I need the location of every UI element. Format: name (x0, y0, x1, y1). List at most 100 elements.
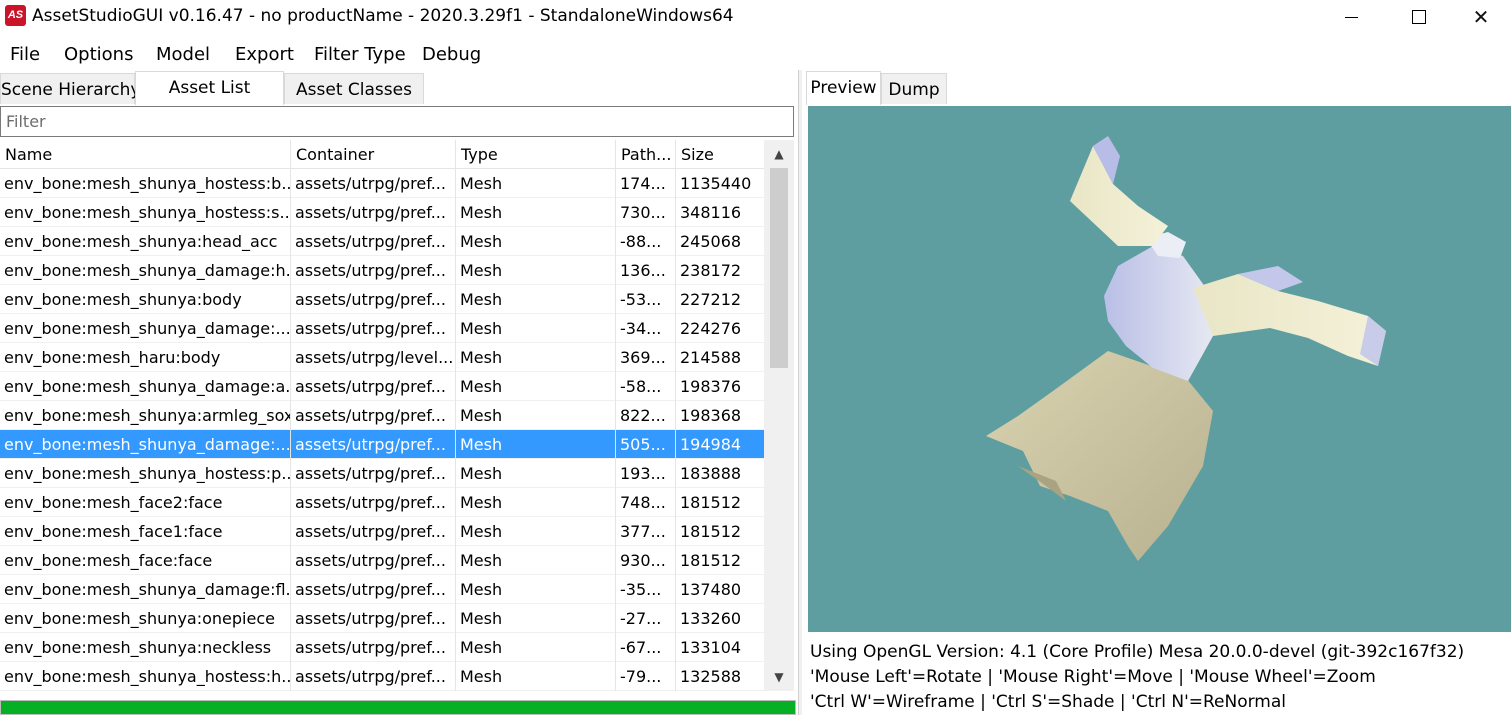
table-row[interactable]: env_bone:mesh_shunya:onepiece assets/utrp… (0, 604, 764, 633)
table-row[interactable]: env_bone:mesh_shunya_hostess:p... assets/… (0, 459, 764, 488)
column-header-size[interactable]: Size (676, 140, 764, 169)
minimize-icon (1344, 16, 1358, 18)
scroll-up-button[interactable]: ▲ (764, 140, 794, 168)
table-row[interactable]: env_bone:mesh_face2:face assets/utrpg/pre… (0, 488, 764, 517)
table-row[interactable]: env_bone:mesh_shunya:armleg_sox assets/ut… (0, 401, 764, 430)
close-icon: ✕ (1472, 5, 1490, 29)
cell-container: assets/utrpg/pref... (291, 459, 456, 488)
cell-path: -27... (616, 604, 676, 633)
table-row[interactable]: env_bone:mesh_shunya_damage:fl... assets/… (0, 575, 764, 604)
scroll-thumb[interactable] (770, 168, 788, 368)
right-tab-strip: Preview Dump (802, 71, 1511, 105)
cell-name: env_bone:mesh_shunya_damage:a... (0, 372, 291, 401)
column-header-type[interactable]: Type (456, 140, 616, 169)
keyboard-shortcuts-text: 'Ctrl W'=Wireframe | 'Ctrl S'=Shade | 'C… (810, 692, 1287, 712)
maximize-button[interactable] (1396, 0, 1442, 34)
cell-path: 174... (616, 169, 676, 198)
left-sleeve-mesh (1070, 146, 1168, 246)
cell-path: 377... (616, 517, 676, 546)
cell-name: env_bone:mesh_shunya_damage:h... (0, 256, 291, 285)
vertical-scrollbar[interactable]: ▲ ▼ (764, 140, 794, 691)
column-header-name[interactable]: Name (0, 140, 291, 169)
menu-options[interactable]: Options (64, 44, 133, 65)
table-row[interactable]: env_bone:mesh_shunya_hostess:b... assets/… (0, 169, 764, 198)
cell-type: Mesh (456, 169, 616, 198)
cell-container: assets/utrpg/level... (291, 343, 456, 372)
mouse-controls-text: 'Mouse Left'=Rotate | 'Mouse Right'=Move… (810, 667, 1376, 687)
table-row[interactable]: env_bone:mesh_face1:face assets/utrpg/pre… (0, 517, 764, 546)
menu-model[interactable]: Model (156, 44, 210, 65)
menu-file[interactable]: File (10, 44, 40, 65)
cell-path: 369... (616, 343, 676, 372)
tab-dump[interactable]: Dump (881, 73, 947, 104)
tab-asset-classes[interactable]: Asset Classes (284, 73, 424, 104)
cell-name: env_bone:mesh_shunya_hostess:b... (0, 169, 291, 198)
cell-type: Mesh (456, 343, 616, 372)
cell-path: 730... (616, 198, 676, 227)
cell-size: 198376 (680, 377, 742, 396)
cell-container: assets/utrpg/pref... (291, 401, 456, 430)
cell-size: 238172 (680, 261, 742, 280)
cell-name: env_bone:mesh_shunya:body (0, 285, 291, 314)
cell-type: Mesh (456, 256, 616, 285)
minimize-button[interactable] (1328, 0, 1374, 34)
cell-name: env_bone:mesh_shunya:head_acc (0, 227, 291, 256)
cell-path: -79... (616, 662, 676, 691)
cell-path: -53... (616, 285, 676, 314)
table-row[interactable]: env_bone:mesh_shunya:body assets/utrpg/pr… (0, 285, 764, 314)
cell-size: 181512 (680, 522, 742, 541)
tab-preview[interactable]: Preview (806, 71, 881, 105)
menu-export[interactable]: Export (235, 44, 294, 65)
preview-panel: Preview Dump Using OpenGL Version: 4.1 (… (802, 70, 1511, 715)
cell-container: assets/utrpg/pref... (291, 488, 456, 517)
cell-container: assets/utrpg/pref... (291, 256, 456, 285)
cell-path: 193... (616, 459, 676, 488)
cell-path: -67... (616, 633, 676, 662)
table-row-selected[interactable]: env_bone:mesh_shunya_damage:... assets/ut… (0, 430, 764, 459)
table-row[interactable]: env_bone:mesh_shunya_hostess:s... assets/… (0, 198, 764, 227)
table-row[interactable]: env_bone:mesh_haru:body assets/utrpg/leve… (0, 343, 764, 372)
table-row[interactable]: env_bone:mesh_shunya:neckless assets/utrp… (0, 633, 764, 662)
cell-type: Mesh (456, 575, 616, 604)
cell-type: Mesh (456, 459, 616, 488)
window-title: AssetStudioGUI v0.16.47 - no productName… (32, 6, 734, 26)
close-button[interactable]: ✕ (1458, 0, 1504, 34)
table-row[interactable]: env_bone:mesh_shunya_damage:h... assets/u… (0, 256, 764, 285)
model-preview-viewport[interactable] (808, 106, 1511, 632)
menu-filter-type[interactable]: Filter Type (314, 44, 406, 65)
table-row[interactable]: env_bone:mesh_shunya:head_acc assets/utrp… (0, 227, 764, 256)
cell-path: -88... (616, 227, 676, 256)
cell-size: 214588 (680, 348, 742, 367)
table-row[interactable]: env_bone:mesh_face:face assets/utrpg/pref… (0, 546, 764, 575)
column-header-container[interactable]: Container (291, 140, 456, 169)
filter-field (0, 106, 794, 137)
cell-size: 183888 (680, 464, 742, 483)
scroll-down-button[interactable]: ▼ (764, 663, 794, 691)
cell-type: Mesh (456, 488, 616, 517)
cell-container: assets/utrpg/pref... (291, 372, 456, 401)
cell-container: assets/utrpg/pref... (291, 662, 456, 691)
cell-path: 748... (616, 488, 676, 517)
tab-asset-list[interactable]: Asset List (135, 71, 284, 105)
table-row[interactable]: env_bone:mesh_shunya_damage:... assets/ut… (0, 314, 764, 343)
menu-bar: File Options Model Export Filter Type De… (0, 40, 1511, 70)
cell-name: env_bone:mesh_shunya_hostess:h... (0, 662, 291, 691)
cell-type: Mesh (456, 198, 616, 227)
cell-path: 822... (616, 401, 676, 430)
tab-scene-hierarchy[interactable]: Scene Hierarchy (0, 73, 140, 104)
filter-input[interactable] (1, 107, 793, 136)
cell-size: 133104 (680, 638, 742, 657)
left-tab-strip: Scene Hierarchy Asset List Asset Classes (0, 71, 798, 105)
table-row[interactable]: env_bone:mesh_shunya_damage:a... assets/u… (0, 372, 764, 401)
menu-debug[interactable]: Debug (422, 44, 481, 65)
cell-name: env_bone:mesh_shunya:onepiece (0, 604, 291, 633)
cell-type: Mesh (456, 517, 616, 546)
column-header-path[interactable]: Path... (616, 140, 676, 169)
cell-size: 198368 (680, 406, 742, 425)
table-row[interactable]: env_bone:mesh_shunya_hostess:h... assets/… (0, 662, 764, 691)
cell-container: assets/utrpg/pref... (291, 575, 456, 604)
cell-container: assets/utrpg/pref... (291, 169, 456, 198)
cell-name: env_bone:mesh_shunya_hostess:s... (0, 198, 291, 227)
cell-container: assets/utrpg/pref... (291, 546, 456, 575)
chevron-up-icon: ▲ (774, 147, 784, 161)
